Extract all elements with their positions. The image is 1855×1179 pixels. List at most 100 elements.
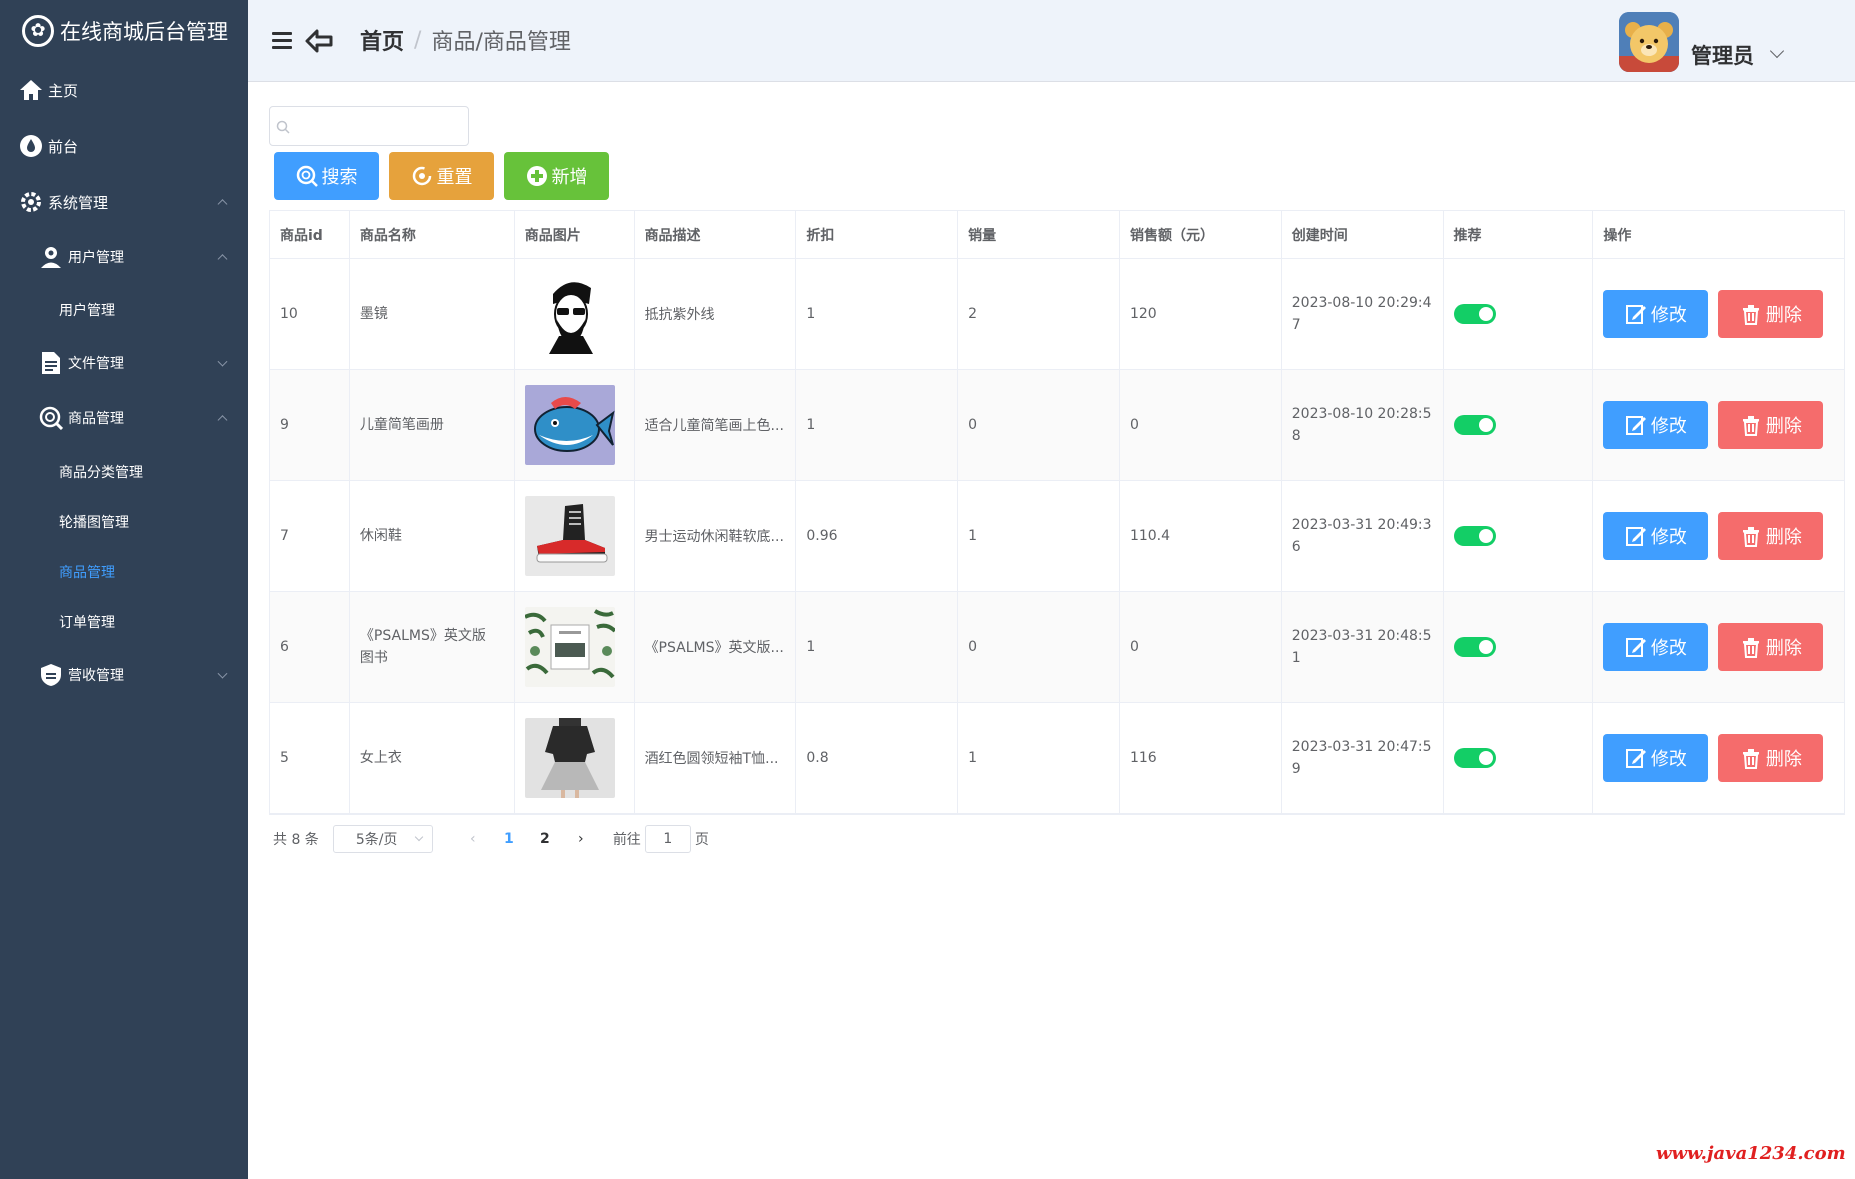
sidebar-item-goods-mgmt[interactable]: 商品管理 xyxy=(0,389,248,447)
prev-page-button[interactable]: ‹ xyxy=(455,831,491,847)
delete-button-label: 删除 xyxy=(1765,749,1802,770)
cell-created-text: 2023-08-10 20:29:47 xyxy=(1291,295,1432,333)
edit-icon xyxy=(1625,414,1647,436)
recommend-toggle[interactable] xyxy=(1453,748,1496,768)
cell-created: 2023-03-31 20:49:36 xyxy=(1282,481,1444,591)
sidebar-item-label: 订单管理 xyxy=(59,615,115,631)
cell-created-text: 2023-03-31 20:49:36 xyxy=(1291,517,1432,555)
page-number[interactable]: 2 xyxy=(527,831,563,847)
chevron-down-icon[interactable] xyxy=(1769,43,1785,59)
sidebar-item-user-mgmt[interactable]: 用户管理 xyxy=(0,230,248,283)
edit-icon xyxy=(1625,525,1647,547)
search-button-label: 搜索 xyxy=(321,167,358,188)
goto-page-input[interactable]: 1 xyxy=(644,825,691,853)
edit-button[interactable]: 修改 xyxy=(1603,512,1709,560)
woman-top-image[interactable] xyxy=(524,718,615,798)
trash-icon xyxy=(1740,303,1762,325)
cell-actions: 修改 删除 xyxy=(1593,703,1844,813)
delete-button[interactable]: 删除 xyxy=(1718,512,1824,560)
cell-sales: 2 xyxy=(958,259,1120,369)
add-button-label: 新增 xyxy=(551,167,588,188)
book-leaves-image[interactable] xyxy=(524,607,615,687)
sidebar-item-label: 商品管理 xyxy=(59,565,115,581)
user-name[interactable]: 管理员 xyxy=(1691,40,1754,70)
recommend-toggle[interactable] xyxy=(1453,304,1496,324)
cell-discount: 1 xyxy=(796,370,959,480)
sidebar-item-carousel[interactable]: 轮播图管理 xyxy=(0,497,248,547)
delete-button[interactable]: 删除 xyxy=(1718,623,1824,671)
trash-icon xyxy=(1740,747,1762,769)
water-drop-icon xyxy=(18,133,44,159)
edit-button[interactable]: 修改 xyxy=(1603,734,1709,782)
page-number[interactable]: 1 xyxy=(491,831,527,847)
search-button[interactable]: 搜索 xyxy=(274,152,379,200)
sidebar-item-category[interactable]: 商品分类管理 xyxy=(0,447,248,497)
reset-icon xyxy=(411,165,433,187)
cell-name: 休闲鞋 xyxy=(350,481,515,591)
top-header: 首页 / 商品/商品管理 管理员 xyxy=(248,0,1855,82)
cell-revenue: 110.4 xyxy=(1120,481,1282,591)
sidebar-item-frontend[interactable]: 前台 xyxy=(0,118,248,174)
cell-name-text: 女上衣 xyxy=(359,750,402,766)
page-size-select[interactable]: 5条/页 xyxy=(332,825,433,853)
cell-recommend xyxy=(1444,259,1594,369)
man-sunglasses-image[interactable] xyxy=(524,274,615,354)
sidebar-item-file-mgmt[interactable]: 文件管理 xyxy=(0,336,248,389)
search-input[interactable] xyxy=(294,113,462,139)
cell-created: 2023-03-31 20:48:51 xyxy=(1282,592,1444,702)
column-header: 商品id xyxy=(270,211,350,258)
search-field[interactable] xyxy=(269,106,469,146)
sidebar-item-label: 营收管理 xyxy=(68,668,124,684)
add-button[interactable]: 新增 xyxy=(504,152,609,200)
cell-revenue: 0 xyxy=(1120,370,1282,480)
cell-name: 女上衣 xyxy=(350,703,515,813)
cell-desc: 适合儿童简笔画上色... xyxy=(635,370,797,480)
column-header: 销量 xyxy=(958,211,1120,258)
sidebar-item-system[interactable]: 系统管理 xyxy=(0,174,248,230)
edit-button[interactable]: 修改 xyxy=(1603,401,1709,449)
cell-id: 6 xyxy=(270,592,350,702)
chevron-down-icon xyxy=(217,356,228,367)
cell-desc: 男士运动休闲鞋软底... xyxy=(635,481,797,591)
reset-button[interactable]: 重置 xyxy=(389,152,494,200)
avatar[interactable] xyxy=(1619,12,1679,72)
recommend-toggle[interactable] xyxy=(1453,526,1496,546)
column-header: 商品名称 xyxy=(350,211,515,258)
chevron-down-icon xyxy=(414,832,424,842)
cell-revenue: 120 xyxy=(1120,259,1282,369)
sidebar-item-home[interactable]: 主页 xyxy=(0,62,248,118)
app-logo[interactable]: ✿ 在线商城后台管理 xyxy=(0,0,248,62)
recommend-toggle[interactable] xyxy=(1453,415,1496,435)
recommend-toggle[interactable] xyxy=(1453,637,1496,657)
table-row: 9 儿童简笔画册 适合儿童简笔画上色... 1 0 0 2023-08-10 2… xyxy=(270,370,1844,481)
back-arrow-icon[interactable] xyxy=(304,26,334,56)
breadcrumb-current: 商品/商品管理 xyxy=(431,30,571,55)
sidebar-item-revenue[interactable]: 营收管理 xyxy=(0,647,248,703)
menu-toggle-icon[interactable] xyxy=(272,32,292,50)
edit-button[interactable]: 修改 xyxy=(1603,290,1709,338)
sidebar-item-label: 主页 xyxy=(48,81,79,100)
breadcrumb-home[interactable]: 首页 xyxy=(360,24,404,56)
cell-image xyxy=(515,592,635,702)
edit-button[interactable]: 修改 xyxy=(1603,623,1709,671)
whale-drawing-image[interactable] xyxy=(524,385,615,465)
sidebar-item-goods[interactable]: 商品管理 xyxy=(0,547,248,597)
sidebar-item-orders[interactable]: 订单管理 xyxy=(0,597,248,647)
cell-recommend xyxy=(1444,481,1594,591)
delete-button[interactable]: 删除 xyxy=(1718,401,1824,449)
user-icon xyxy=(38,244,64,270)
cell-created-text: 2023-08-10 20:28:58 xyxy=(1291,406,1432,444)
sneaker-image[interactable] xyxy=(524,496,615,576)
sidebar-item-user-mgmt-sub[interactable]: 用户管理 xyxy=(0,283,248,336)
cell-recommend xyxy=(1444,592,1594,702)
cell-discount: 1 xyxy=(796,592,959,702)
cell-actions: 修改 删除 xyxy=(1593,259,1844,369)
cell-name: 墨镜 xyxy=(350,259,515,369)
search-icon xyxy=(296,165,318,187)
chevron-up-icon xyxy=(217,253,228,264)
delete-button[interactable]: 删除 xyxy=(1718,290,1824,338)
next-page-button[interactable]: › xyxy=(563,831,599,847)
goods-table: 商品id 商品名称 商品图片 商品描述 折扣 销量 销售额（元） 创建时间 推荐… xyxy=(269,210,1845,815)
delete-button[interactable]: 删除 xyxy=(1718,734,1824,782)
sidebar-item-label: 前台 xyxy=(48,137,79,156)
